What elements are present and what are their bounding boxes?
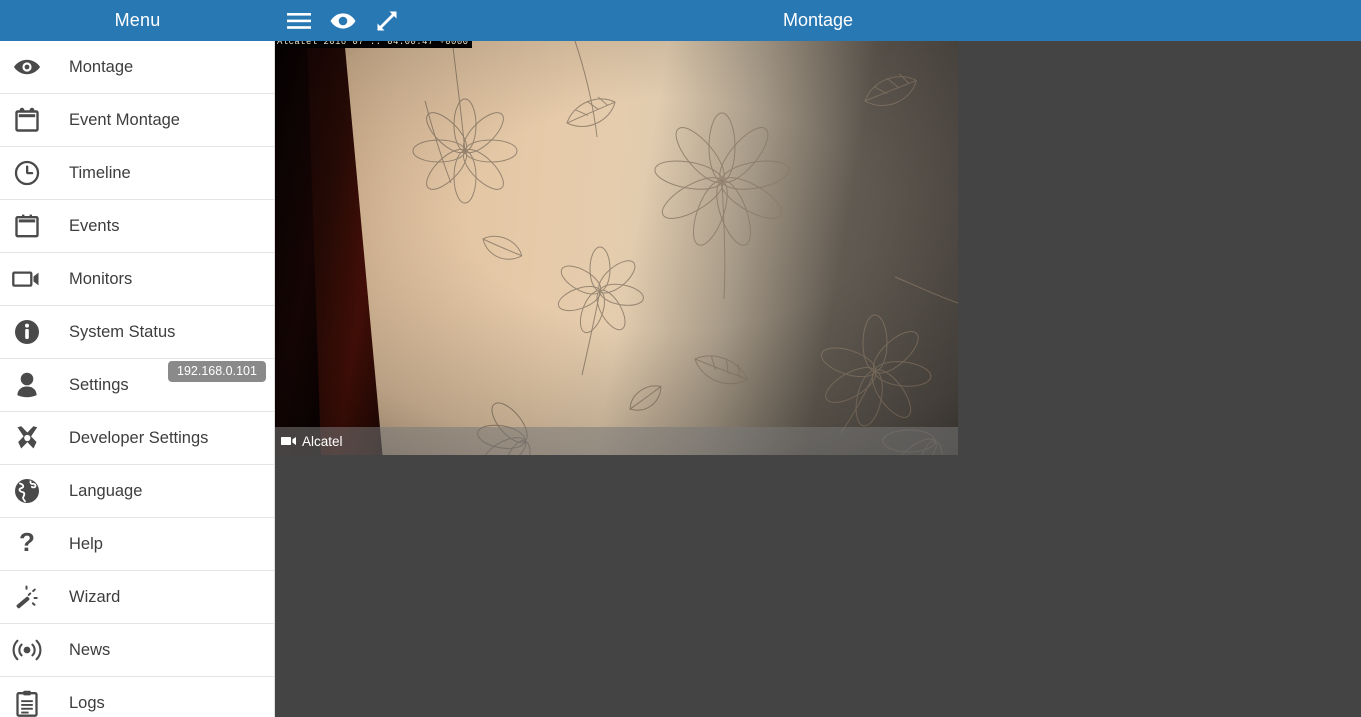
sidebar-item-label: Language	[69, 481, 143, 500]
magic-wand-icon	[0, 584, 54, 610]
user-icon	[0, 372, 54, 398]
camera-name-label: Alcatel	[302, 433, 343, 449]
tooltip-label: 192.168.0.101	[177, 364, 257, 378]
sidebar-item-developer-settings[interactable]: Developer Settings	[0, 412, 274, 465]
sidebar-item-label: Montage	[69, 57, 134, 76]
sidebar-item-label: System Status	[69, 322, 176, 341]
sidebar-item-label: Events	[69, 216, 120, 235]
svg-text:?: ?	[19, 530, 35, 557]
sidebar-item-monitors[interactable]: Monitors	[0, 253, 274, 306]
sidebar-item-label: Logs	[69, 693, 105, 712]
sidebar-item-wizard[interactable]: Wizard	[0, 571, 274, 624]
sidebar-item-label: Timeline	[69, 163, 131, 182]
sidebar-item-event-montage[interactable]: Event Montage	[0, 94, 274, 147]
page-title: Montage	[275, 0, 1361, 41]
expand-arrows-icon[interactable]	[373, 7, 401, 35]
sidebar-item-help[interactable]: ? Help	[0, 518, 274, 571]
eye-icon[interactable]	[329, 7, 357, 35]
clock-icon	[0, 160, 54, 186]
hamburger-menu-icon[interactable]	[285, 7, 313, 35]
ip-address-tooltip: 192.168.0.101	[168, 361, 266, 382]
sidebar-item-timeline[interactable]: Timeline	[0, 147, 274, 200]
top-bar-icon-group	[275, 7, 401, 35]
video-camera-icon	[0, 269, 54, 289]
video-camera-icon	[281, 436, 297, 446]
montage-tile-alcatel[interactable]: Alcatel 2016 07 .. 04:00:47 +0000 Alcate…	[275, 41, 958, 455]
tools-icon	[0, 425, 54, 451]
sidebar-item-label: Help	[69, 534, 103, 553]
calendar-icon	[0, 214, 54, 238]
info-circle-icon	[0, 319, 54, 345]
application-window: Menu Montage Montage Event Montage Timel…	[0, 0, 1361, 717]
sidebar-item-language[interactable]: Language	[0, 465, 274, 518]
sidebar-item-montage[interactable]: Montage	[0, 41, 274, 94]
calendar-events-icon	[0, 107, 54, 133]
sidebar-item-events[interactable]: Events	[0, 200, 274, 253]
top-bar: Menu Montage	[0, 0, 1361, 41]
camera-feed-image	[275, 41, 958, 455]
feed-vignette	[275, 41, 958, 455]
sidebar-item-logs[interactable]: Logs	[0, 677, 274, 717]
sidebar-item-news[interactable]: News	[0, 624, 274, 677]
feed-timestamp-overlay: Alcatel 2016 07 .. 04:00:47 +0000	[275, 41, 473, 48]
menu-title-label: Menu	[114, 10, 161, 30]
menu-panel-title: Menu	[0, 0, 275, 41]
sidebar-item-label: News	[69, 640, 111, 659]
sidebar-item-label: Event Montage	[69, 110, 180, 129]
sidebar-item-label: Developer Settings	[69, 428, 209, 447]
clipboard-icon	[0, 690, 54, 717]
globe-icon	[0, 478, 54, 504]
montage-content-area: Alcatel 2016 07 .. 04:00:47 +0000 Alcate…	[275, 41, 1361, 717]
sidebar-item-label: Wizard	[69, 587, 121, 606]
broadcast-icon	[0, 638, 54, 662]
sidebar-item-system-status[interactable]: System Status	[0, 306, 274, 359]
page-title-label: Montage	[782, 10, 854, 30]
feed-timestamp-text: Alcatel 2016 07 .. 04:00:47 +0000	[277, 41, 469, 47]
sidebar-item-label: Settings	[69, 375, 129, 394]
sidebar-item-label: Monitors	[69, 269, 133, 288]
question-mark-icon: ?	[0, 530, 54, 558]
montage-tile-footer: Alcatel	[275, 427, 958, 455]
eye-icon	[0, 58, 54, 76]
